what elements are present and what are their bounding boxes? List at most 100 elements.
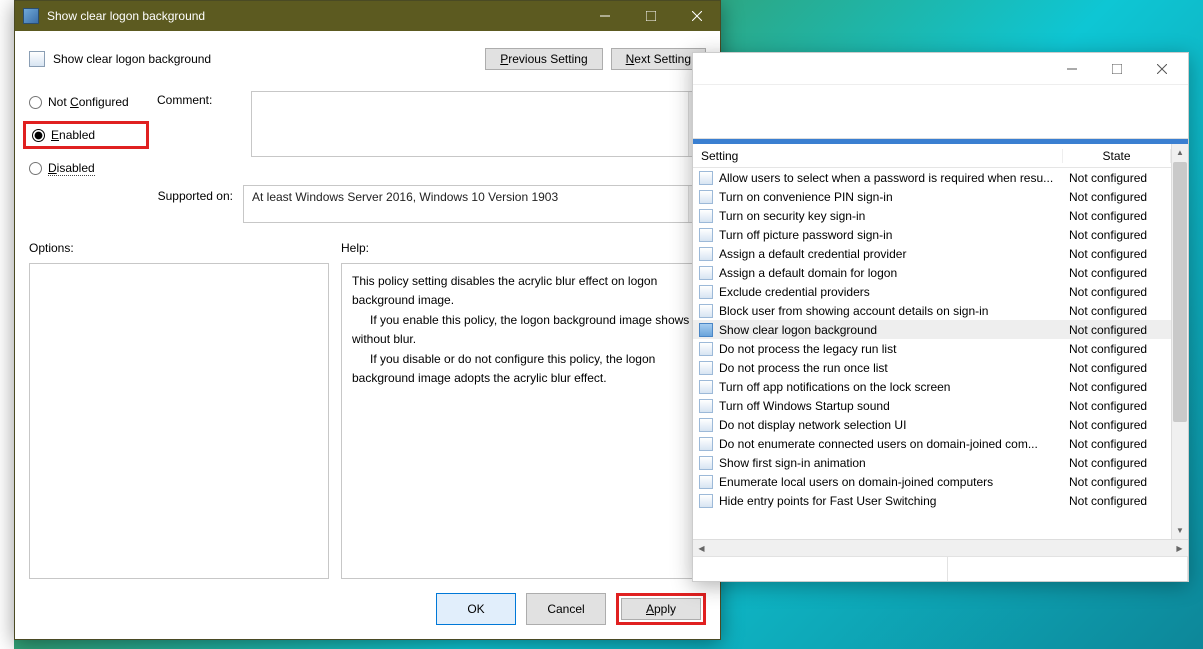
policy-item-state: Not configured [1063, 285, 1171, 299]
policy-item-state: Not configured [1063, 171, 1171, 185]
policy-item-icon [699, 209, 713, 223]
close-button[interactable] [1139, 53, 1184, 84]
policy-row[interactable]: Turn off picture password sign-inNot con… [693, 225, 1171, 244]
horizontal-scrollbar[interactable]: ◀▶ [693, 539, 1188, 556]
policy-item-state: Not configured [1063, 209, 1171, 223]
policy-item-name: Turn on security key sign-in [719, 209, 865, 223]
comment-textarea[interactable]: ▲▼ [251, 91, 706, 157]
policy-row[interactable]: Do not process the run once list Not conf… [693, 358, 1171, 377]
help-label: Help: [341, 241, 706, 255]
policy-item-name: Assign a default domain for logon [719, 266, 897, 280]
policy-row[interactable]: Show clear logon backgroundNot configure… [693, 320, 1171, 339]
policy-item-state: Not configured [1063, 361, 1171, 375]
policy-heading: Show clear logon background [53, 52, 211, 66]
policy-item-name: Block user from showing account details … [719, 304, 988, 318]
vertical-scrollbar[interactable]: ▲▼ [1171, 144, 1188, 539]
dialog-title: Show clear logon background [47, 9, 582, 23]
toolbar-area [693, 85, 1188, 139]
policy-item-icon [699, 171, 713, 185]
policy-row[interactable]: Do not display network selection UINot c… [693, 415, 1171, 434]
policy-item-name: Do not process the run once list [719, 361, 888, 375]
policy-row[interactable]: Turn on security key sign-in Not configur… [693, 206, 1171, 225]
policy-item-icon [699, 323, 713, 337]
policy-rows: Allow users to select when a password is… [693, 168, 1171, 510]
policy-item-icon [699, 456, 713, 470]
policy-item-icon [699, 475, 713, 489]
policy-item-name: Show first sign-in animation [719, 456, 866, 470]
gp-titlebar[interactable] [693, 53, 1188, 85]
policy-item-state: Not configured [1063, 247, 1171, 261]
policy-item-state: Not configured [1063, 456, 1171, 470]
policy-row[interactable]: Turn on convenience PIN sign-in Not confi… [693, 187, 1171, 206]
radio-disabled[interactable]: Disabled [29, 161, 149, 175]
supported-box: At least Windows Server 2016, Windows 10… [243, 185, 706, 223]
policy-item-icon [699, 494, 713, 508]
policy-row[interactable]: Do not process the legacy run listNot co… [693, 339, 1171, 358]
policy-item-state: Not configured [1063, 437, 1171, 451]
col-setting[interactable]: Setting [693, 149, 1063, 163]
policy-row[interactable]: Allow users to select when a password is… [693, 168, 1171, 187]
policy-row[interactable]: Enumerate local users on domain-joined c… [693, 472, 1171, 491]
policy-item-state: Not configured [1063, 304, 1171, 318]
policy-row[interactable]: Do not enumerate connected users on doma… [693, 434, 1171, 453]
policy-item-icon [699, 190, 713, 204]
policy-row[interactable]: Hide entry points for Fast User Switchin… [693, 491, 1171, 510]
policy-item-icon [699, 228, 713, 242]
policy-row[interactable]: Assign a default credential provider Not … [693, 244, 1171, 263]
policy-row[interactable]: Assign a default domain for logon Not con… [693, 263, 1171, 282]
policy-item-name: Hide entry points for Fast User Switchin… [719, 494, 936, 508]
comment-label: Comment: [157, 91, 251, 175]
radio-enabled[interactable]: Enabled [23, 121, 149, 149]
policy-item-icon [699, 361, 713, 375]
policy-item-state: Not configured [1063, 266, 1171, 280]
policy-item-icon [699, 437, 713, 451]
minimize-button[interactable] [1049, 53, 1094, 84]
ok-button[interactable]: OK [436, 593, 516, 625]
policy-item-icon [699, 380, 713, 394]
previous-setting-button[interactable]: Previous Setting [485, 48, 602, 70]
policy-item-name: Do not display network selection UI [719, 418, 906, 432]
policy-item-name: Show clear logon background [719, 323, 877, 337]
close-button[interactable] [674, 1, 720, 31]
policy-item-icon [699, 266, 713, 280]
radio-not-configured[interactable]: Not Configured [29, 95, 149, 109]
policy-item-state: Not configured [1063, 399, 1171, 413]
apply-button[interactable]: Apply [621, 598, 701, 620]
policy-row[interactable]: Block user from showing account details … [693, 301, 1171, 320]
policy-item-icon [699, 304, 713, 318]
minimize-button[interactable] [582, 1, 628, 31]
policy-item-name: Do not process the legacy run list [719, 342, 896, 356]
policy-item-icon [699, 285, 713, 299]
policy-heading-icon [29, 51, 45, 67]
status-strip [693, 556, 1188, 581]
maximize-button[interactable] [1094, 53, 1139, 84]
policy-item-icon [699, 418, 713, 432]
help-box: This policy setting disables the acrylic… [341, 263, 706, 579]
maximize-button[interactable] [628, 1, 674, 31]
policy-item-name: Turn off picture password sign-in [719, 228, 892, 242]
policy-item-name: Allow users to select when a password is… [719, 171, 1053, 185]
policy-row[interactable]: Turn off Windows Startup sound Not config… [693, 396, 1171, 415]
policy-item-state: Not configured [1063, 475, 1171, 489]
policy-item-icon [699, 399, 713, 413]
policy-item-name: Turn off Windows Startup sound [719, 399, 890, 413]
dialog-titlebar[interactable]: Show clear logon background [15, 1, 720, 31]
policy-icon [23, 8, 39, 24]
policy-item-icon [699, 342, 713, 356]
policy-row[interactable]: Show first sign-in animation Not configur… [693, 453, 1171, 472]
policy-dialog: Show clear logon background Show clear l… [14, 0, 721, 640]
policy-item-state: Not configured [1063, 190, 1171, 204]
policy-item-name: Assign a default credential provider [719, 247, 906, 261]
policy-row[interactable]: Turn off app notifications on the lock s… [693, 377, 1171, 396]
list-header[interactable]: Setting State [693, 144, 1171, 168]
policy-item-state: Not configured [1063, 494, 1171, 508]
col-state[interactable]: State [1063, 149, 1171, 163]
options-box [29, 263, 329, 579]
policy-item-name: Turn off app notifications on the lock s… [719, 380, 950, 394]
policy-item-name: Exclude credential providers [719, 285, 870, 299]
cancel-button[interactable]: Cancel [526, 593, 606, 625]
policy-item-icon [699, 247, 713, 261]
policy-item-name: Enumerate local users on domain-joined c… [719, 475, 993, 489]
policy-row[interactable]: Exclude credential providers Not configur… [693, 282, 1171, 301]
policy-item-name: Turn on convenience PIN sign-in [719, 190, 893, 204]
